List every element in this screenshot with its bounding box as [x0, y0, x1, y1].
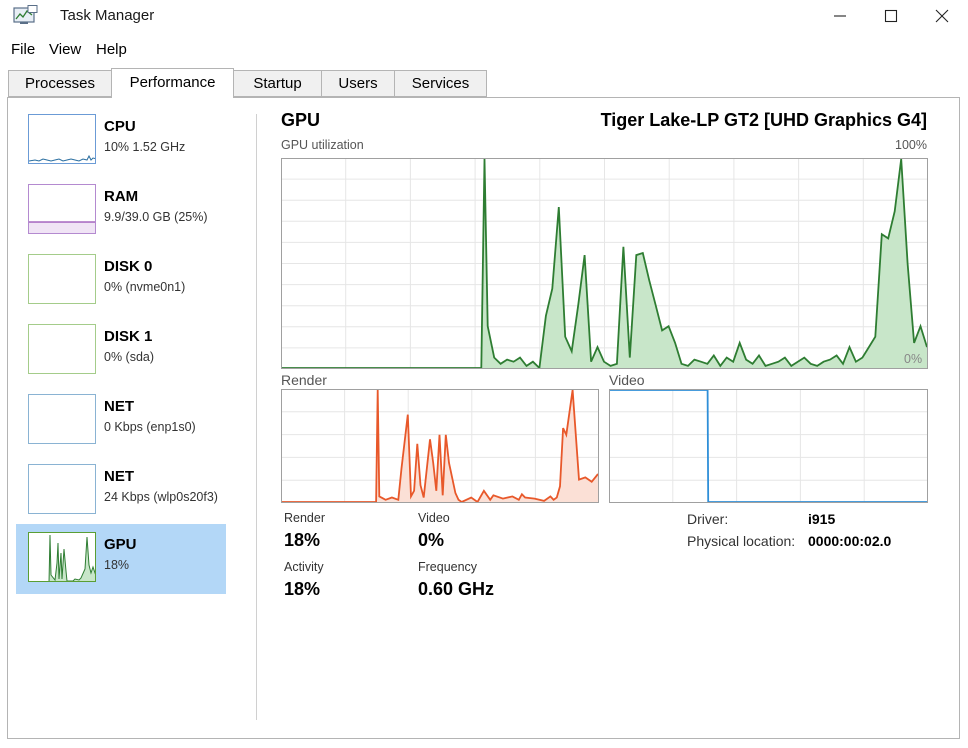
- net-mini-graph: [29, 395, 96, 444]
- tab-startup[interactable]: Startup: [233, 70, 322, 97]
- stat-frequency-value: 0.60 GHz: [418, 579, 495, 599]
- resource-detail: 0% (nvme0n1): [104, 280, 186, 294]
- maximize-button[interactable]: [866, 0, 916, 32]
- driver-value: i915: [808, 511, 836, 527]
- stat-activity-label: Activity: [284, 560, 324, 574]
- maximize-icon: [884, 9, 898, 23]
- net-thumbnail: [28, 394, 96, 444]
- title-bar: Task Manager: [0, 0, 968, 34]
- gpu-utilization-graph: [281, 158, 928, 369]
- ram-mini-graph: [29, 221, 95, 233]
- cpu-mini-graph: [29, 154, 95, 162]
- menu-bar: File View Help: [0, 37, 968, 63]
- render-graph-label: Render: [281, 372, 327, 388]
- minimize-icon: [834, 15, 846, 17]
- resource-detail: 9.9/39.0 GB (25%): [104, 210, 208, 224]
- disk0-thumbnail: [28, 254, 96, 304]
- video-series-line: [609, 389, 927, 503]
- resource-item-net-wlp0s20f3[interactable]: NET 24 Kbps (wlp0s20f3): [16, 456, 226, 526]
- disk0-mini-graph: [29, 255, 96, 304]
- panel-divider: [256, 114, 257, 720]
- ram-thumbnail: [28, 184, 96, 234]
- gpu-model-name: Tiger Lake-LP GT2 [UHD Graphics G4]: [600, 110, 927, 130]
- resource-name: NET: [104, 398, 134, 415]
- menu-view[interactable]: View: [49, 41, 81, 58]
- performance-panel: CPU 10% 1.52 GHz RAM 9.9/39.0 GB (25%) D…: [7, 97, 960, 739]
- video-graph: [609, 389, 928, 503]
- net-thumbnail: [28, 464, 96, 514]
- gpu-thumbnail: [28, 532, 96, 582]
- stat-render-value: 18%: [284, 530, 321, 550]
- minimize-button[interactable]: [815, 0, 865, 32]
- resource-name: DISK 0: [104, 258, 153, 275]
- close-icon: [935, 9, 949, 23]
- window-title: Task Manager: [60, 7, 155, 24]
- resource-item-disk0[interactable]: DISK 0 0% (nvme0n1): [16, 246, 226, 316]
- stat-render-label: Render: [284, 511, 325, 525]
- resource-detail: 10% 1.52 GHz: [104, 140, 186, 154]
- physical-location-label: Physical location:: [687, 533, 796, 549]
- resource-item-disk1[interactable]: DISK 1 0% (sda): [16, 316, 226, 386]
- disk1-thumbnail: [28, 324, 96, 374]
- menu-file[interactable]: File: [11, 41, 35, 58]
- tab-processes[interactable]: Processes: [8, 70, 112, 97]
- tab-strip: Processes Performance Startup Users Serv…: [0, 68, 968, 98]
- stat-frequency-label: Frequency: [418, 560, 478, 574]
- net-mini-graph: [29, 465, 96, 514]
- task-manager-app-icon: [12, 5, 38, 27]
- resource-item-cpu[interactable]: CPU 10% 1.52 GHz: [16, 106, 226, 176]
- cpu-thumbnail: [28, 114, 96, 164]
- disk1-mini-graph: [29, 325, 96, 374]
- tab-services[interactable]: Services: [394, 70, 487, 97]
- tab-performance[interactable]: Performance: [111, 68, 234, 98]
- menu-help[interactable]: Help: [96, 41, 127, 58]
- video-border: [609, 389, 928, 503]
- gpu-max-label: 100%: [895, 138, 927, 152]
- physical-location-value: 0000:00:02.0: [808, 533, 892, 549]
- resource-name: GPU: [104, 536, 137, 553]
- close-button[interactable]: [917, 0, 967, 32]
- gpu-mini-graph: [48, 534, 95, 581]
- render-graph: [281, 389, 599, 503]
- resource-item-net-enp1s0[interactable]: NET 0 Kbps (enp1s0): [16, 386, 226, 456]
- resource-detail: 0% (sda): [104, 350, 155, 364]
- stat-video-value: 0%: [418, 530, 445, 550]
- stat-activity-value: 18%: [284, 579, 321, 599]
- resource-item-ram[interactable]: RAM 9.9/39.0 GB (25%): [16, 176, 226, 246]
- resource-name: CPU: [104, 118, 136, 135]
- video-graph-label: Video: [609, 372, 645, 388]
- gpu-min-label: 0%: [904, 352, 923, 366]
- gpu-utilization-label: GPU utilization: [281, 138, 364, 152]
- driver-label: Driver:: [687, 511, 729, 527]
- resource-detail: 24 Kbps (wlp0s20f3): [104, 490, 218, 504]
- stat-video-label: Video: [418, 511, 450, 525]
- gpu-heading: GPU: [281, 110, 321, 130]
- resource-name: RAM: [104, 188, 139, 205]
- tab-users[interactable]: Users: [321, 70, 395, 97]
- resource-detail: 0 Kbps (enp1s0): [104, 420, 196, 434]
- resource-name: DISK 1: [104, 328, 153, 345]
- resource-name: NET: [104, 468, 134, 485]
- resource-detail: 18%: [104, 558, 130, 572]
- resource-item-gpu[interactable]: GPU 18%: [16, 524, 226, 594]
